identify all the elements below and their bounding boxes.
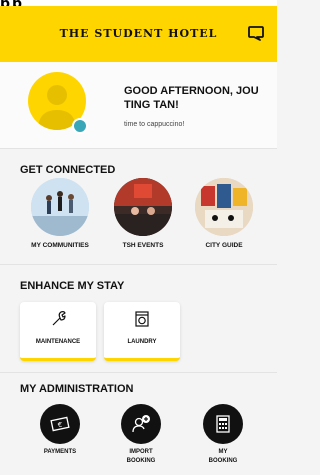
payments-label[interactable]: PAYMENTS: [25, 448, 95, 457]
section-title-my-administration: MY ADMINISTRATION: [20, 383, 134, 395]
maintenance-label: MAINTENANCE: [35, 339, 81, 345]
my-booking-label-line2: BOOKING: [208, 458, 238, 464]
my-communities-image[interactable]: [31, 178, 89, 236]
verified-badge: [72, 118, 88, 134]
events-photo-icon: [114, 178, 172, 236]
my-booking-label-line1: MY: [218, 449, 228, 455]
section-title-enhance-stay: ENHANCE MY STAY: [20, 280, 125, 292]
greeting-text: GOOD AFTERNOON, JOU TING TAN!: [124, 85, 259, 111]
city-guide-photo-icon: [195, 178, 253, 236]
my-booking-label[interactable]: MY BOOKING: [188, 448, 258, 466]
money-icon: €: [50, 416, 70, 432]
import-booking-label-line1: IMPORT: [129, 449, 153, 455]
city-guide-label[interactable]: CITY GUIDE: [179, 242, 269, 249]
divider: [0, 148, 277, 149]
app-header: THE STUDENT HOTEL: [0, 6, 277, 62]
washing-machine-icon: [135, 311, 149, 327]
city-guide-image[interactable]: [195, 178, 253, 236]
my-communities-label[interactable]: MY COMMUNITIES: [15, 242, 105, 249]
tsh-events-label[interactable]: TSH EVENTS: [98, 242, 188, 249]
payments-button[interactable]: €: [40, 404, 80, 444]
calculator-icon: [216, 415, 230, 433]
maintenance-button[interactable]: MAINTENANCE: [20, 302, 96, 361]
wrench-icon: [52, 311, 66, 326]
app-title: THE STUDENT HOTEL: [59, 27, 218, 40]
my-booking-button[interactable]: [203, 404, 243, 444]
tsh-events-image[interactable]: [114, 178, 172, 236]
import-booking-button[interactable]: [121, 404, 161, 444]
communities-photo-icon: [31, 178, 89, 236]
import-booking-label[interactable]: IMPORT BOOKING: [106, 448, 176, 466]
chat-bubble-icon[interactable]: [247, 24, 265, 42]
laundry-label: LAUNDRY: [127, 339, 157, 345]
greeting-subtext: time to cappuccino!: [124, 121, 185, 128]
import-booking-label-line2: BOOKING: [126, 458, 156, 464]
add-user-icon: [132, 415, 150, 433]
section-title-get-connected: GET CONNECTED: [20, 164, 116, 176]
profile-card: GOOD AFTERNOON, JOU TING TAN! time to ca…: [0, 62, 277, 148]
svg-text:€: €: [58, 421, 62, 429]
laundry-button[interactable]: LAUNDRY: [104, 302, 180, 361]
divider: [0, 264, 277, 265]
divider: [0, 372, 277, 373]
